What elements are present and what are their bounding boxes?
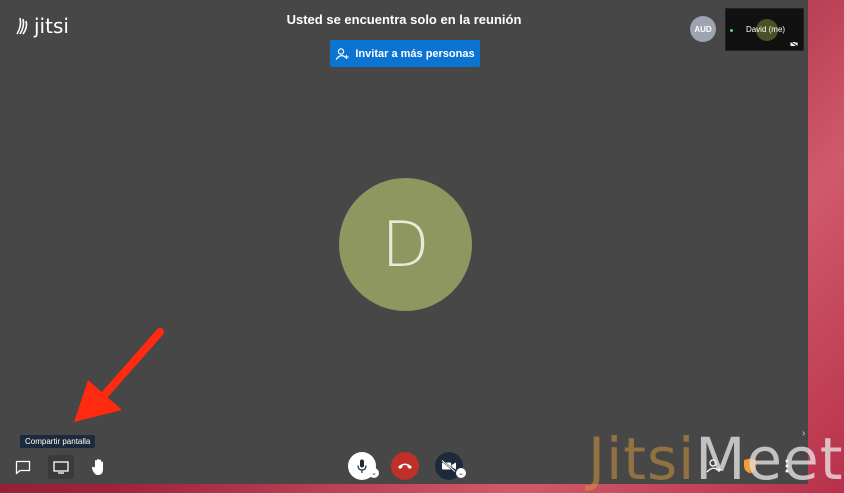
- chat-button[interactable]: [12, 456, 34, 478]
- add-person-icon: [335, 47, 349, 60]
- watermark-meet: Meet: [695, 425, 844, 493]
- microphone-icon: [357, 459, 367, 473]
- self-video-thumbnail[interactable]: David (me): [725, 8, 804, 51]
- invite-more-people-button[interactable]: Invitar a más personas: [330, 40, 480, 67]
- main-participant-avatar: D: [339, 178, 472, 311]
- raise-hand-icon: [91, 459, 103, 475]
- camera-muted-icon: [790, 41, 798, 47]
- audio-participant-badge[interactable]: AUD: [690, 16, 716, 42]
- screen-share-icon: [53, 460, 69, 474]
- chat-icon: [15, 460, 31, 474]
- meeting-status-title: Usted se encuentra solo en la reunión: [286, 12, 522, 27]
- share-screen-tooltip: Compartir pantalla: [20, 435, 96, 448]
- raise-hand-button[interactable]: [88, 456, 110, 478]
- watermark-jitsi: Jitsi: [588, 425, 696, 493]
- mic-options-chevron-icon[interactable]: ⌄: [369, 468, 379, 478]
- camera-options-chevron-icon[interactable]: ⌄: [456, 468, 466, 478]
- red-arrow-annotation: [74, 328, 164, 422]
- invite-button-label: Invitar a más personas: [355, 47, 475, 60]
- hangup-button[interactable]: [391, 452, 419, 480]
- share-screen-button[interactable]: [48, 455, 74, 479]
- jitsi-meet-watermark: JitsiMeet: [588, 430, 843, 488]
- camera-off-icon: [441, 460, 456, 472]
- hangup-icon: [398, 463, 412, 469]
- self-name-label: David (me): [745, 25, 786, 34]
